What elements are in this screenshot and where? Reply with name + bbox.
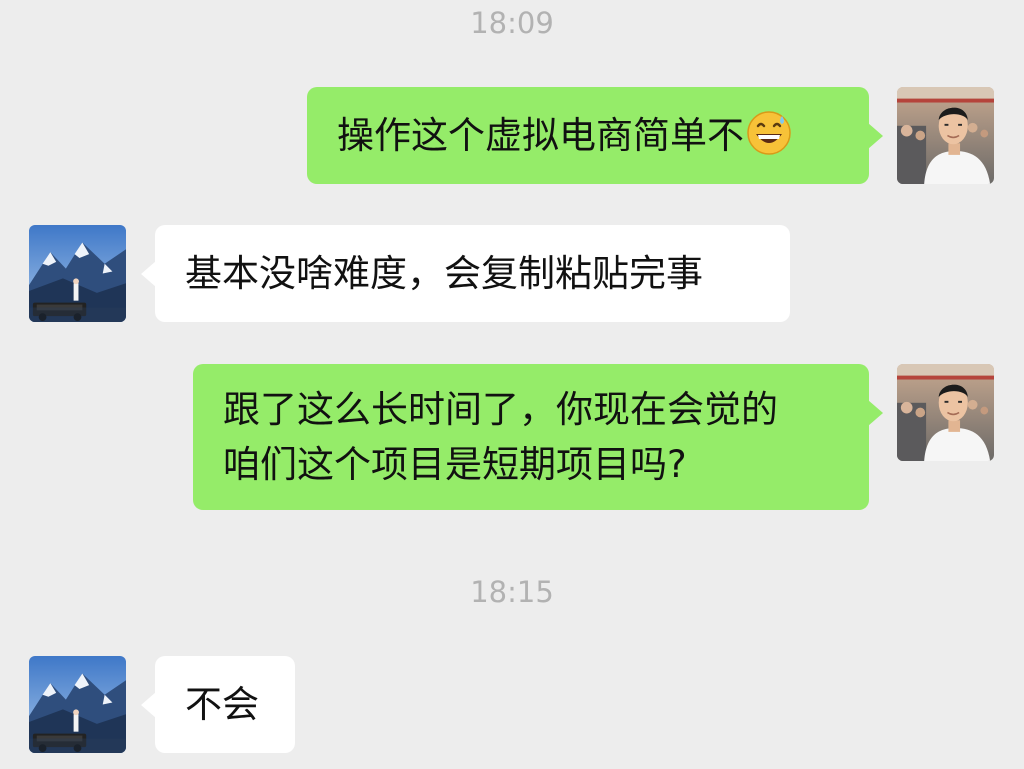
timestamp: 18:09	[470, 6, 554, 40]
contact-avatar[interactable]	[29, 225, 126, 322]
self-avatar[interactable]	[897, 87, 994, 184]
received-message-bubble[interactable]: 不会	[141, 656, 295, 753]
contact-avatar[interactable]	[29, 656, 126, 753]
sent-message-bubble[interactable]: 跟了这么长时间了，你现在会觉的 咱们这个项目是短期项目吗?	[193, 364, 883, 510]
message-text-line: 咱们这个项目是短期项目吗?	[223, 443, 687, 486]
message-text: 基本没啥难度，会复制粘贴完事	[185, 252, 703, 295]
message-text-line: 跟了这么长时间了，你现在会觉的	[223, 388, 778, 431]
timestamp: 18:15	[470, 575, 554, 609]
self-avatar[interactable]	[897, 364, 994, 461]
message-text: 操作这个虚拟电商简单不	[337, 114, 744, 157]
grinning-sweat-emoji-icon	[746, 110, 792, 171]
sent-message-bubble[interactable]: 操作这个虚拟电商简单不	[307, 87, 883, 184]
received-message-bubble[interactable]: 基本没啥难度，会复制粘贴完事	[141, 225, 790, 322]
message-text: 不会	[185, 683, 259, 726]
chat-conversation[interactable]: 18:09 操作这个虚拟电商简单不 基本没啥难度，会复制粘贴完事 跟了这么长时间…	[0, 0, 1024, 769]
